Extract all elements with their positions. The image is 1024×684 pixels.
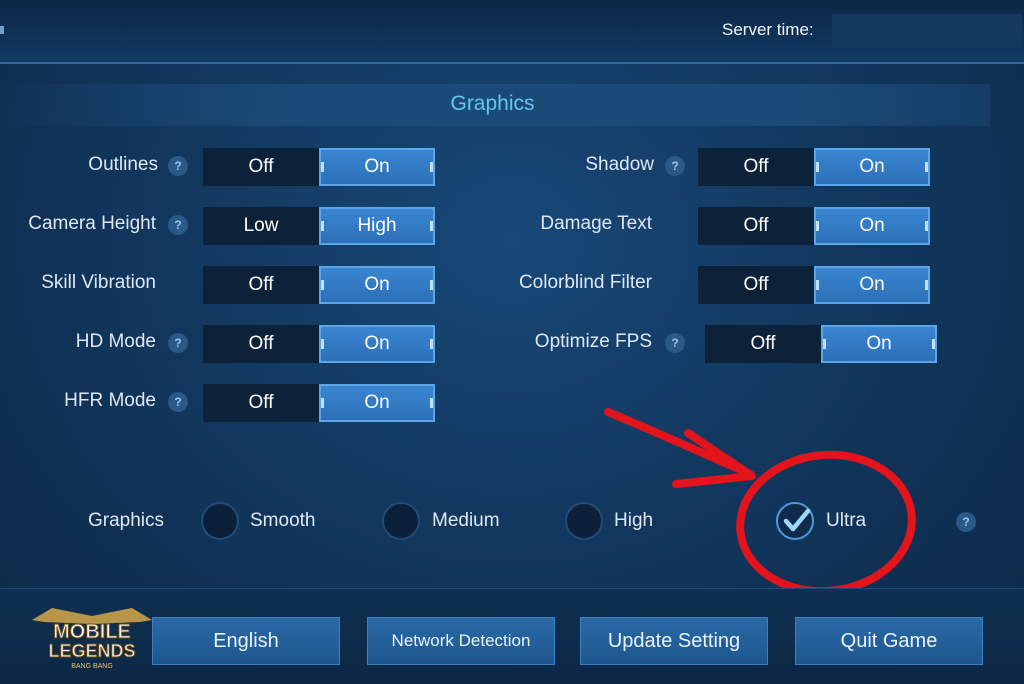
setting-row-colorblind-filter: Colorblind Filter Off On xyxy=(460,266,940,304)
radio-label-medium[interactable]: Medium xyxy=(432,510,500,532)
setting-row-outlines: Outlines ? Off On xyxy=(0,148,440,186)
radio-smooth[interactable] xyxy=(201,502,239,540)
toggle-option-on[interactable]: On xyxy=(814,266,930,304)
checkmark-icon xyxy=(783,508,811,532)
setting-row-skill-vibration: Skill Vibration Off On xyxy=(0,266,440,304)
toggle-skill-vibration: Off On xyxy=(203,266,435,304)
question-circle-icon[interactable]: ? xyxy=(956,512,976,532)
svg-text:MOBILE: MOBILE xyxy=(53,621,131,643)
graphics-quality-label: Graphics xyxy=(88,510,165,531)
network-detection-button[interactable]: Network Detection xyxy=(367,617,555,665)
toggle-option-on[interactable]: On xyxy=(814,148,930,186)
toggle-option-off[interactable]: Off xyxy=(698,207,814,245)
setting-label-colorblind-filter: Colorblind Filter xyxy=(518,272,652,293)
update-setting-button[interactable]: Update Setting xyxy=(580,617,768,665)
toggle-option-high[interactable]: High xyxy=(319,207,435,245)
toggle-option-on[interactable]: On xyxy=(319,384,435,422)
setting-label-hd-mode: HD Mode xyxy=(75,331,156,352)
mobile-legends-logo: MOBILE LEGENDS BANG BANG xyxy=(32,608,152,670)
back-indicator[interactable] xyxy=(0,26,4,34)
toggle-option-on[interactable]: On xyxy=(821,325,937,363)
radio-ultra[interactable] xyxy=(776,502,814,540)
toggle-option-low[interactable]: Low xyxy=(203,207,319,245)
setting-label-outlines: Outlines xyxy=(88,154,158,175)
language-button[interactable]: English xyxy=(152,617,340,665)
toggle-option-off[interactable]: Off xyxy=(203,384,319,422)
setting-label-shadow: Shadow xyxy=(585,154,654,175)
toggle-option-off[interactable]: Off xyxy=(705,325,821,363)
radio-high[interactable] xyxy=(565,502,603,540)
top-bar: Server time: xyxy=(0,0,1024,64)
toggle-option-on[interactable]: On xyxy=(319,325,435,363)
radio-label-smooth[interactable]: Smooth xyxy=(250,510,315,532)
question-circle-icon[interactable]: ? xyxy=(168,215,188,235)
setting-label-damage-text: Damage Text xyxy=(540,213,652,234)
question-circle-icon[interactable]: ? xyxy=(168,156,188,176)
server-time-value xyxy=(832,14,1022,48)
toggle-option-off[interactable]: Off xyxy=(698,266,814,304)
toggle-optimize-fps: Off On xyxy=(705,325,937,363)
setting-label-optimize-fps: Optimize FPS xyxy=(534,331,652,352)
setting-row-damage-text: Damage Text Off On xyxy=(460,207,940,245)
question-circle-icon[interactable]: ? xyxy=(168,392,188,412)
toggle-shadow: Off On xyxy=(698,148,930,186)
toggle-camera-height: Low High xyxy=(203,207,435,245)
toggle-hd-mode: Off On xyxy=(203,325,435,363)
toggle-option-on[interactable]: On xyxy=(814,207,930,245)
question-circle-icon[interactable]: ? xyxy=(665,333,685,353)
setting-label-skill-vibration: Skill Vibration xyxy=(41,272,156,293)
setting-row-hd-mode: HD Mode ? Off On xyxy=(0,325,440,363)
setting-row-hfr-mode: HFR Mode ? Off On xyxy=(0,384,440,422)
toggle-option-off[interactable]: Off xyxy=(203,325,319,363)
toggle-damage-text: Off On xyxy=(698,207,930,245)
toggle-outlines: Off On xyxy=(203,148,435,186)
toggle-option-on[interactable]: On xyxy=(319,148,435,186)
setting-row-optimize-fps: Optimize FPS ? Off On xyxy=(460,325,940,363)
setting-label-camera-height: Camera Height xyxy=(28,213,156,234)
question-circle-icon[interactable]: ? xyxy=(665,156,685,176)
setting-row-camera-height: Camera Height ? Low High xyxy=(0,207,440,245)
setting-label-hfr-mode: HFR Mode xyxy=(64,390,156,411)
toggle-option-on[interactable]: On xyxy=(319,266,435,304)
setting-row-shadow: Shadow ? Off On xyxy=(460,148,940,186)
svg-text:LEGENDS: LEGENDS xyxy=(48,641,135,661)
toggle-option-off[interactable]: Off xyxy=(203,148,319,186)
radio-label-high[interactable]: High xyxy=(614,510,653,532)
toggle-colorblind-filter: Off On xyxy=(698,266,930,304)
question-circle-icon[interactable]: ? xyxy=(168,333,188,353)
toggle-option-off[interactable]: Off xyxy=(698,148,814,186)
svg-text:BANG BANG: BANG BANG xyxy=(71,663,113,670)
quit-game-button[interactable]: Quit Game xyxy=(795,617,983,665)
toggle-hfr-mode: Off On xyxy=(203,384,435,422)
server-time-label: Server time: xyxy=(722,20,814,39)
radio-label-ultra[interactable]: Ultra xyxy=(826,510,866,532)
toggle-option-off[interactable]: Off xyxy=(203,266,319,304)
radio-medium[interactable] xyxy=(382,502,420,540)
section-title: Graphics xyxy=(450,92,535,115)
